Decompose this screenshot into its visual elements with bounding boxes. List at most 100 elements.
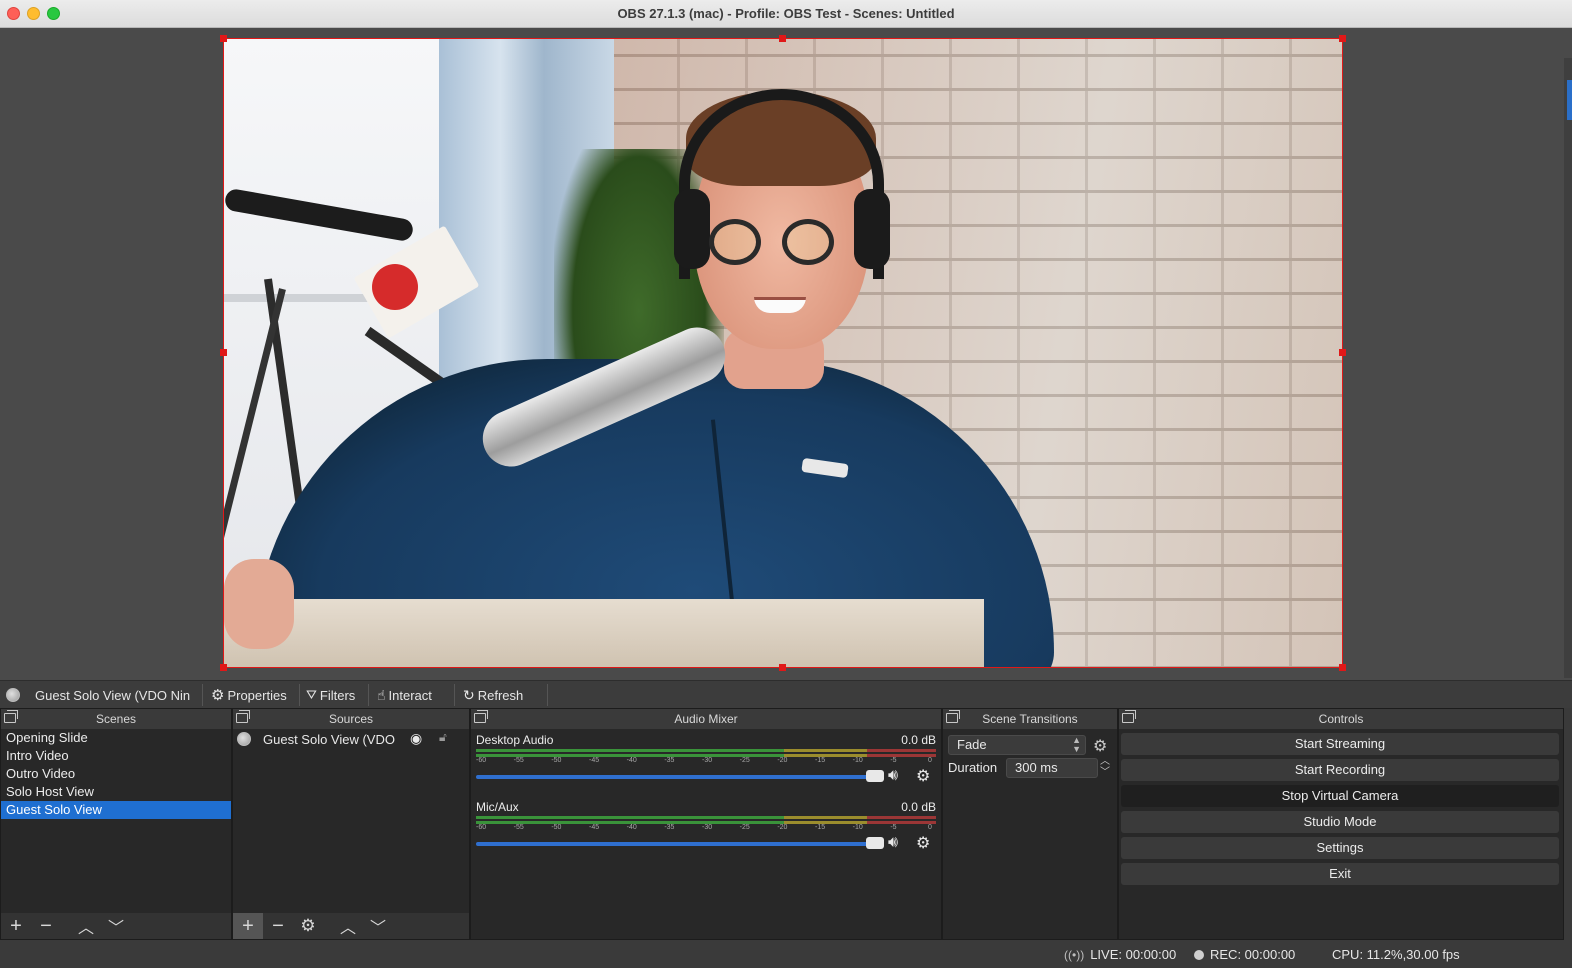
person-smile: [754, 297, 806, 313]
scenes-dock: Scenes Opening Slide Intro Video Outro Vid…: [0, 708, 232, 940]
meter-tick-label: -35: [664, 757, 675, 764]
title-bar: OBS 27.1.3 (mac) - Profile: OBS Test - S…: [0, 0, 1572, 28]
source-item[interactable]: Guest Solo View (VDO ◉ 🔓︎: [233, 729, 469, 749]
chevron-down-icon: ﹀: [369, 920, 386, 937]
mic-flag-logo: [372, 264, 418, 310]
scene-item[interactable]: Opening Slide: [1, 729, 231, 747]
channel-db: 0.0 dB: [901, 800, 936, 814]
duration-input[interactable]: 300 ms: [1006, 758, 1098, 778]
right-edge-panel: [1564, 58, 1572, 678]
updown-icon: ▲ ▼: [1072, 735, 1081, 754]
gear-icon[interactable]: ⚙: [916, 833, 930, 853]
remove-scene-button[interactable]: −: [31, 913, 61, 939]
meter-tick-label: -20: [777, 824, 788, 831]
lock-icon[interactable]: 🔓︎: [439, 730, 447, 745]
source-item-label: Guest Solo View (VDO: [263, 731, 395, 747]
headphone-earcup: [674, 189, 710, 269]
undock-icon[interactable]: [236, 710, 250, 723]
stop-virtual-camera-button[interactable]: Stop Virtual Camera: [1121, 785, 1559, 807]
gear-icon[interactable]: ⚙: [1093, 736, 1107, 756]
meter-tick-label: -15: [815, 824, 826, 831]
resize-handle[interactable]: [1339, 664, 1346, 671]
transition-select[interactable]: Fade ▲ ▼: [948, 735, 1086, 755]
settings-button[interactable]: Settings: [1121, 837, 1559, 859]
plus-icon: +: [242, 914, 254, 937]
refresh-icon: ↻: [463, 686, 475, 703]
speaker-icon[interactable]: 🔊︎: [888, 834, 898, 852]
globe-icon: [237, 732, 251, 746]
record-icon: [1194, 949, 1204, 960]
refresh-button[interactable]: ↻ Refresh: [463, 686, 523, 704]
sources-header: Sources: [233, 709, 469, 729]
scene-item[interactable]: Intro Video: [1, 747, 231, 765]
studio-mode-button[interactable]: Studio Mode: [1121, 811, 1559, 833]
meter-tick-label: -60: [476, 824, 487, 831]
headphone-earcup: [854, 189, 890, 269]
plus-icon: +: [10, 914, 22, 937]
transition-selected: Fade: [957, 737, 987, 752]
filters-button[interactable]: ⛛ Filters: [306, 686, 355, 704]
window-title: OBS 27.1.3 (mac) - Profile: OBS Test - S…: [617, 6, 955, 21]
resize-handle[interactable]: [779, 35, 786, 42]
move-scene-up-button[interactable]: ︿: [71, 913, 101, 939]
volume-slider[interactable]: [476, 775, 881, 779]
rec-time: REC: 00:00:00: [1210, 947, 1296, 962]
undock-icon[interactable]: [4, 710, 18, 723]
meter-tick-label: -50: [551, 824, 562, 831]
scene-item[interactable]: Guest Solo View: [1, 801, 231, 819]
undock-icon[interactable]: [474, 710, 488, 723]
scene-transitions-dock: Scene Transitions Fade ▲ ▼ ⚙ Duration 300…: [942, 708, 1118, 940]
start-recording-button[interactable]: Start Recording: [1121, 759, 1559, 781]
meter-tick-label: -45: [589, 824, 600, 831]
controls-title: Controls: [1318, 712, 1364, 726]
start-streaming-button[interactable]: Start Streaming: [1121, 733, 1559, 755]
resize-handle[interactable]: [1339, 349, 1346, 356]
volume-slider-knob[interactable]: [866, 770, 884, 782]
globe-icon: [6, 688, 20, 702]
resize-handle[interactable]: [220, 664, 227, 671]
interact-button[interactable]: ☝ Interact: [377, 686, 432, 704]
gear-icon[interactable]: ⚙: [916, 766, 930, 786]
transitions-title: Scene Transitions: [982, 712, 1078, 726]
scene-item[interactable]: Outro Video: [1, 765, 231, 783]
preview-source-image[interactable]: [223, 38, 1343, 668]
remove-source-button[interactable]: −: [263, 913, 293, 939]
toolbar-divider: [454, 684, 455, 706]
undock-icon[interactable]: [1122, 710, 1136, 723]
mixer-header: Audio Mixer: [471, 709, 941, 729]
meter-tick-label: -30: [702, 757, 713, 764]
properties-label: Properties: [227, 687, 287, 703]
properties-button[interactable]: ⚙ Properties: [211, 686, 287, 704]
scene-item[interactable]: Solo Host View: [1, 783, 231, 801]
meter-segment: [476, 816, 785, 819]
eye-icon[interactable]: ◉: [410, 730, 422, 747]
volume-slider[interactable]: [476, 842, 881, 846]
hand-pointer-icon: ☝: [377, 686, 386, 703]
resize-handle[interactable]: [220, 35, 227, 42]
duration-stepper[interactable]: ︿ ﹀: [1100, 756, 1110, 778]
minus-icon: −: [272, 914, 284, 937]
meter-segment: [867, 749, 936, 752]
status-bar: ((•)) LIVE: 00:00:00 REC: 00:00:00 CPU: …: [0, 940, 1572, 968]
channel-name: Desktop Audio: [476, 733, 554, 747]
resize-handle[interactable]: [779, 664, 786, 671]
cpu-status: CPU: 11.2%,30.00 fps: [1332, 947, 1460, 962]
add-scene-button[interactable]: +: [1, 913, 31, 939]
undock-icon[interactable]: [946, 710, 960, 723]
meter-tick-label: -5: [890, 824, 897, 831]
meter-tick-label: -20: [777, 757, 788, 764]
volume-slider-knob[interactable]: [866, 837, 884, 849]
exit-button[interactable]: Exit: [1121, 863, 1559, 885]
move-source-down-button[interactable]: ﹀: [363, 913, 393, 939]
selected-source-name: Guest Solo View (VDO Nin: [35, 687, 191, 703]
scenes-header: Scenes: [1, 709, 231, 729]
meter-tick-label: -10: [852, 757, 863, 764]
speaker-icon[interactable]: 🔊︎: [888, 767, 898, 785]
move-scene-down-button[interactable]: ﹀: [101, 913, 131, 939]
resize-handle[interactable]: [1339, 35, 1346, 42]
source-properties-button[interactable]: ⚙: [293, 913, 323, 939]
move-source-up-button[interactable]: ︿: [333, 913, 363, 939]
resize-handle[interactable]: [220, 349, 227, 356]
add-source-button[interactable]: +: [233, 913, 263, 939]
desk: [224, 599, 984, 667]
